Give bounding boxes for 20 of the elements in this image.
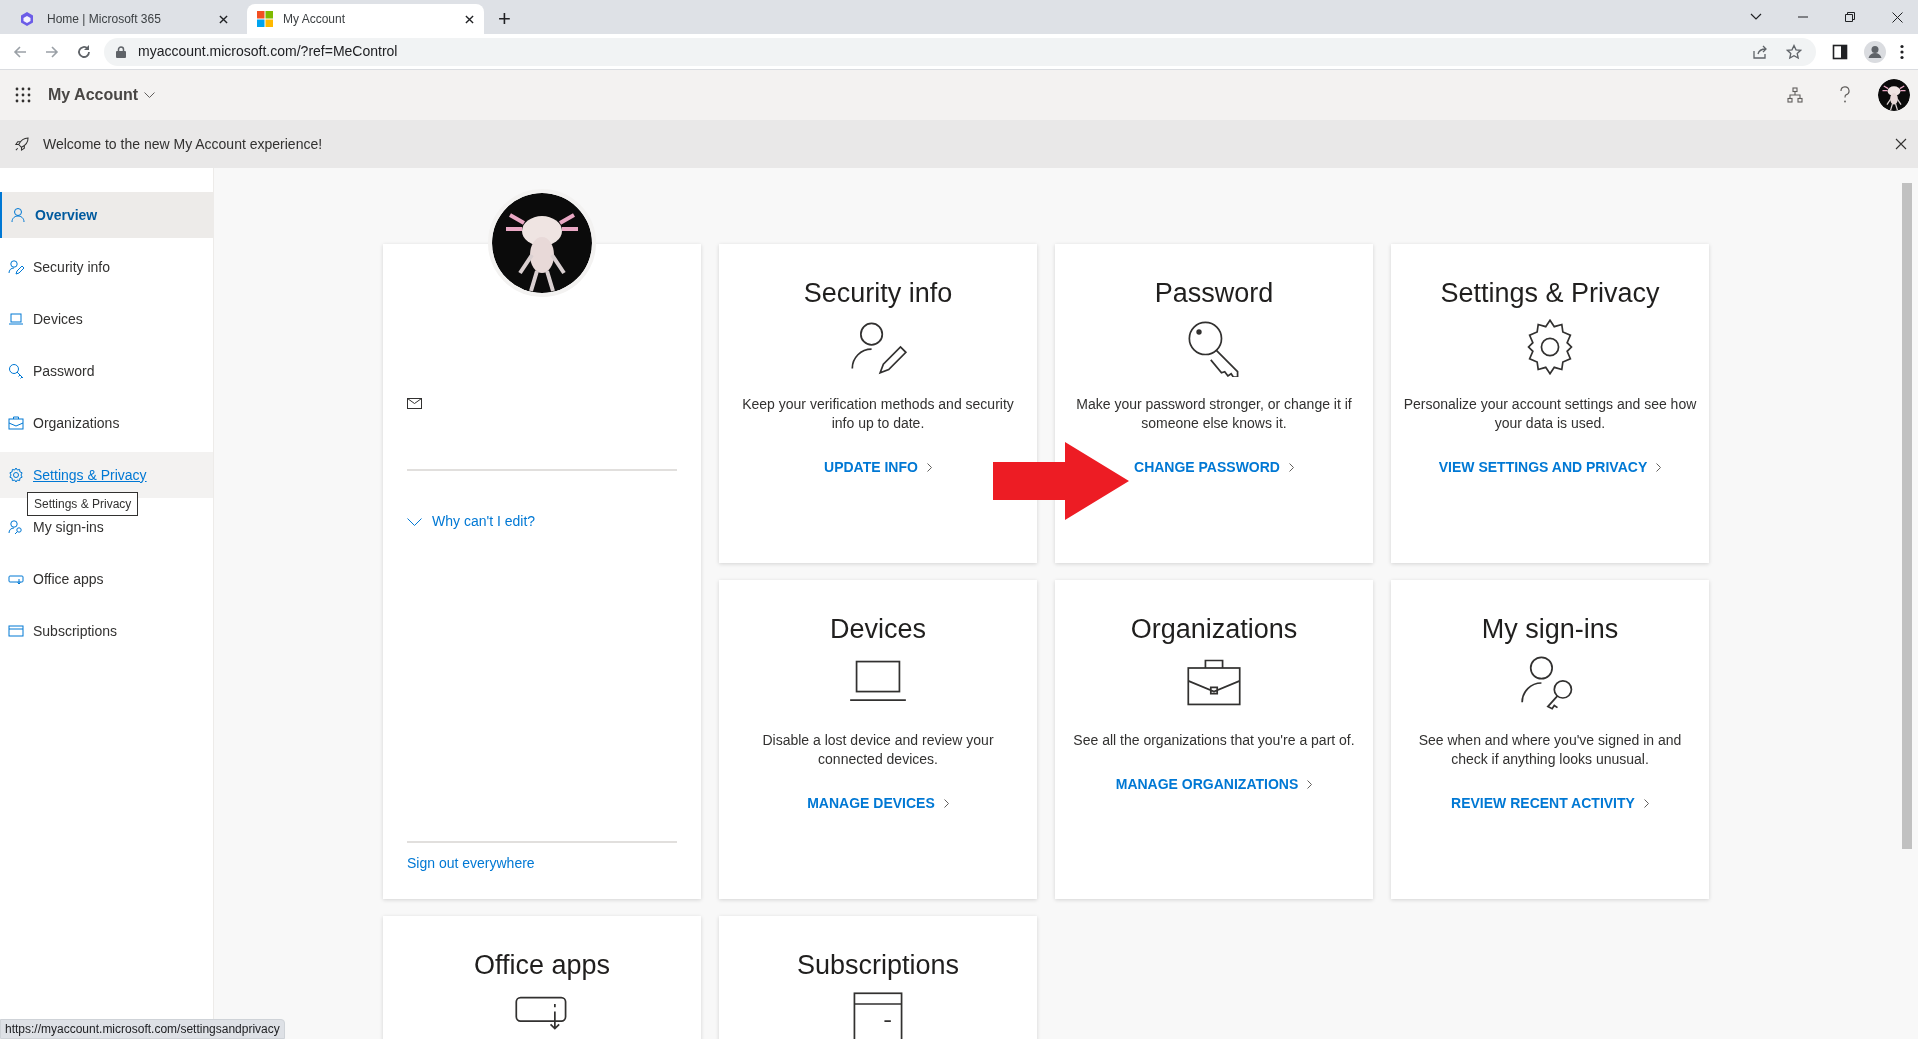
tab-title: Home | Microsoft 365	[47, 11, 162, 28]
card-description: Personalize your account settings and see how your data is used.	[1403, 395, 1697, 433]
card-title: Subscriptions	[796, 949, 960, 981]
card-title: Office apps	[473, 949, 611, 981]
card-title: Devices	[830, 613, 926, 645]
card-title: Password	[1154, 277, 1274, 309]
card-title: Organizations	[1130, 613, 1298, 645]
url-text: myaccount.microsoft.com/?ref=MeControl	[138, 42, 398, 61]
status-url: https://myaccount.microsoft.com/settingsandprivacy	[0, 1019, 285, 1039]
card-description: See when and where you've signed in and check if anything looks unusual.	[1417, 731, 1683, 769]
tooltip: Settings & Privacy	[27, 492, 139, 516]
card-description: Keep your verification methods and security info up to date.	[741, 395, 1015, 433]
tab-title: My Account	[283, 11, 347, 28]
card-description: See all the organizations that you're a part of.	[1073, 731, 1355, 750]
card-title: Security info	[803, 277, 953, 309]
card-description: Disable a lost device and review your connected devices.	[761, 731, 995, 769]
card-title: My sign-ins	[1481, 613, 1619, 645]
card-description: Make your password stronger, or change it if someone else knows it.	[1075, 395, 1353, 433]
card-title: Settings & Privacy	[1440, 277, 1660, 309]
welcome-message: Welcome to the new My Account experience!	[43, 134, 323, 154]
